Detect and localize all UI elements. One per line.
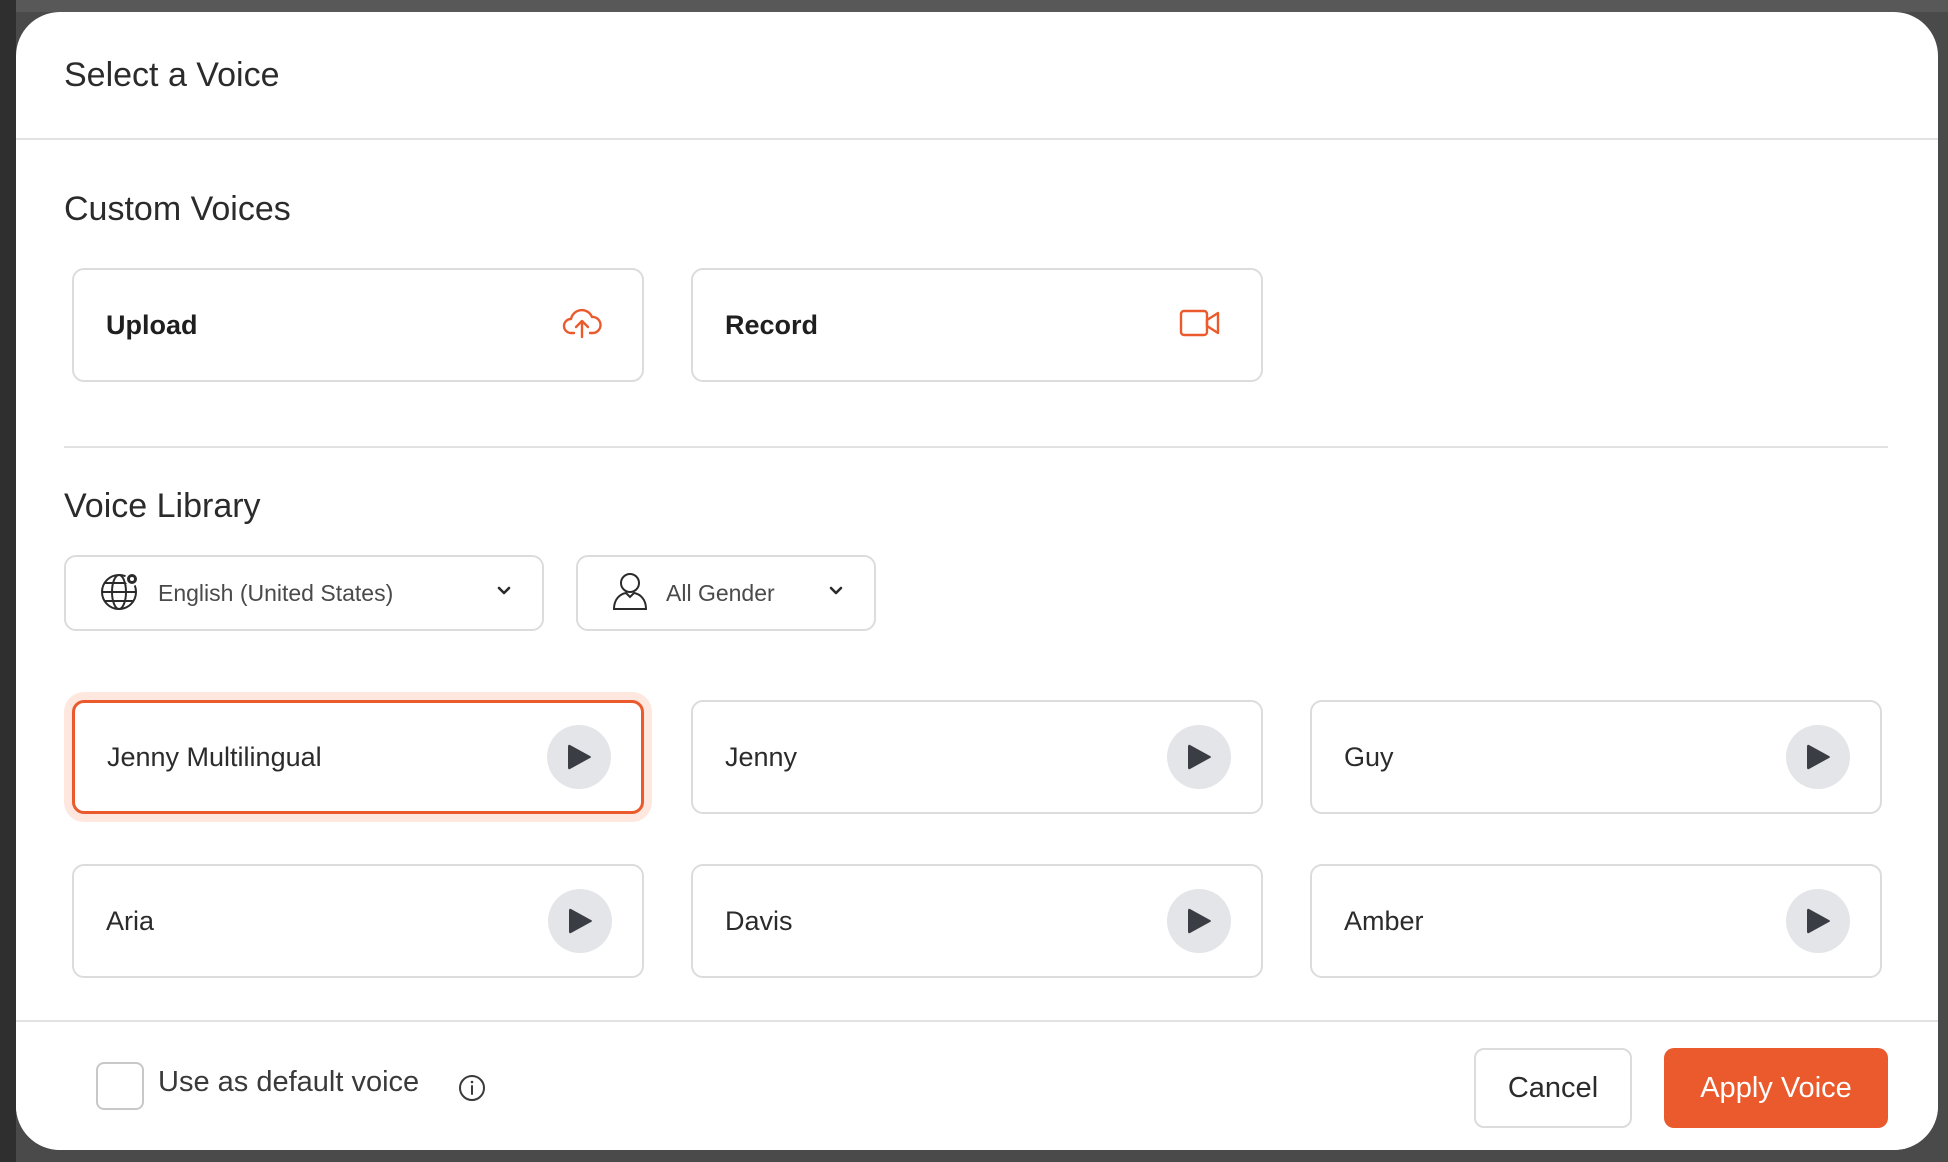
voice-name: Guy [1344, 741, 1394, 772]
play-icon [568, 744, 591, 770]
default-voice-label: Use as default voice [158, 1066, 420, 1098]
voice-name: Jenny Multilingual [107, 741, 322, 772]
gender-value: All Gender [666, 579, 775, 606]
play-icon [1807, 908, 1830, 934]
info-icon[interactable] [458, 1074, 486, 1107]
play-preview-button[interactable] [1167, 725, 1231, 789]
play-preview-button[interactable] [1167, 889, 1231, 953]
custom-voices-title: Custom Voices [64, 190, 291, 228]
upload-label: Upload [106, 309, 198, 340]
voice-card[interactable]: Amber [1310, 864, 1882, 978]
voice-card[interactable]: Davis [691, 864, 1263, 978]
section-divider [64, 446, 1888, 448]
play-preview-button[interactable] [1786, 725, 1850, 789]
chevron-down-icon [828, 584, 844, 602]
record-label: Record [725, 309, 819, 340]
language-value: English (United States) [158, 579, 394, 606]
play-icon [1807, 744, 1830, 770]
voice-name: Davis [725, 905, 793, 936]
default-voice-checkbox[interactable] [96, 1062, 144, 1110]
language-dropdown[interactable]: English (United States) [64, 555, 544, 631]
play-icon [1188, 908, 1211, 934]
person-icon [612, 571, 648, 616]
cloud-upload-icon [562, 306, 602, 345]
modal-header: Select a Voice [16, 12, 1938, 140]
voice-name: Amber [1344, 905, 1424, 936]
voice-card[interactable]: Jenny [691, 700, 1263, 814]
voice-card[interactable]: Aria [72, 864, 644, 978]
play-icon [1188, 744, 1211, 770]
apply-voice-button[interactable]: Apply Voice [1664, 1048, 1888, 1128]
voice-card[interactable]: Guy [1310, 700, 1882, 814]
video-camera-icon [1179, 308, 1221, 343]
chevron-down-icon [496, 584, 512, 602]
voice-name: Jenny [725, 741, 798, 772]
upload-button[interactable]: Upload [72, 268, 644, 382]
modal-footer: Use as default voice Cancel Apply Voice [16, 1020, 1938, 1150]
modal-title: Select a Voice [64, 55, 280, 94]
globe-icon [100, 571, 140, 616]
voice-name: Aria [106, 905, 155, 936]
play-icon [569, 908, 592, 934]
play-preview-button[interactable] [548, 889, 612, 953]
record-button[interactable]: Record [691, 268, 1263, 382]
cancel-button[interactable]: Cancel [1474, 1048, 1632, 1128]
play-preview-button[interactable] [1786, 889, 1850, 953]
select-voice-modal: Select a Voice Custom Voices Upload Reco… [16, 12, 1938, 1150]
play-preview-button[interactable] [547, 725, 611, 789]
backdrop [0, 0, 1948, 12]
voice-library-title: Voice Library [64, 487, 261, 525]
voice-card[interactable]: Jenny Multilingual [72, 700, 644, 814]
backdrop-edge [0, 0, 16, 1162]
modal-body[interactable]: Custom Voices Upload Record Voice Librar… [16, 142, 1938, 1022]
gender-dropdown[interactable]: All Gender [576, 555, 876, 631]
